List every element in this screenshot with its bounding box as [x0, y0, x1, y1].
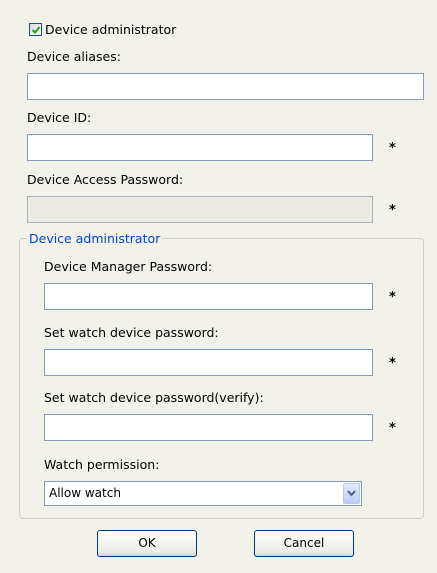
watch-permission-value: Allow watch — [49, 486, 121, 500]
device-admin-checkbox[interactable] — [29, 23, 42, 36]
manager-password-input[interactable] — [44, 283, 373, 310]
watch-permission-select[interactable]: Allow watch — [44, 481, 362, 506]
manager-password-label: Device Manager Password: — [44, 259, 213, 274]
ok-button[interactable]: OK — [97, 530, 197, 557]
device-admin-checkbox-row[interactable]: Device administrator — [28, 21, 228, 37]
manager-password-required-mark: * — [389, 290, 396, 305]
chevron-down-icon — [347, 490, 356, 497]
watch-password-verify-label: Set watch device password(verify): — [44, 390, 264, 405]
device-access-password-label: Device Access Password: — [27, 172, 184, 187]
device-id-input[interactable] — [27, 134, 373, 161]
watch-permission-dropdown-button[interactable] — [343, 483, 360, 504]
device-admin-group-title: Device administrator — [27, 231, 163, 246]
cancel-button[interactable]: Cancel — [254, 530, 354, 557]
watch-password-required-mark: * — [389, 356, 396, 371]
device-id-required-mark: * — [389, 141, 396, 156]
device-admin-group — [19, 238, 424, 519]
watch-password-verify-input[interactable] — [44, 414, 373, 441]
device-admin-checkbox-label: Device administrator — [45, 22, 177, 37]
device-aliases-label: Device aliases: — [27, 49, 121, 64]
watch-permission-label: Watch permission: — [44, 457, 160, 472]
watch-password-verify-required-mark: * — [389, 421, 396, 436]
watch-password-label: Set watch device password: — [44, 325, 219, 340]
watch-password-input[interactable] — [44, 349, 373, 376]
check-icon — [31, 26, 41, 34]
device-access-password-required-mark: * — [389, 203, 396, 218]
device-id-label: Device ID: — [27, 110, 92, 125]
device-aliases-input[interactable] — [27, 73, 424, 100]
device-access-password-input[interactable] — [27, 196, 373, 223]
